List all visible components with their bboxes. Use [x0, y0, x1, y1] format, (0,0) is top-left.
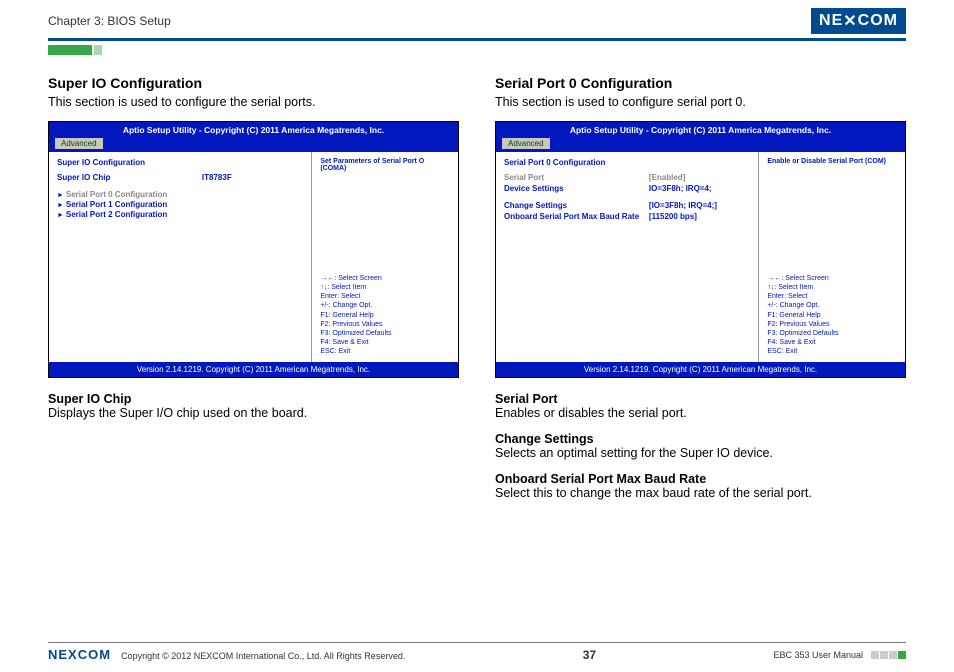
- change-settings-value: [IO=3F8h; IRQ=4;]: [649, 201, 750, 210]
- field-desc: Select this to change the max baud rate …: [495, 486, 906, 500]
- field-title: Super IO Chip: [48, 392, 459, 406]
- chip-value: IT8783F: [202, 173, 303, 182]
- bios-help-text: Enable or Disable Serial Port (COM): [767, 158, 897, 165]
- bios-tab-advanced[interactable]: Advanced: [502, 138, 550, 149]
- bios-key-hints: →←: Select Screen ↑↓: Select Item Enter:…: [767, 274, 897, 356]
- bios-title-bar: Aptio Setup Utility - Copyright (C) 2011…: [49, 122, 458, 138]
- bios-main-panel: Super IO Configuration Super IO Chip IT8…: [49, 152, 311, 362]
- header-divider: [48, 38, 906, 41]
- manual-name: EBC 353 User Manual: [773, 650, 863, 660]
- field-title: Serial Port: [495, 392, 906, 406]
- bios-help-text: Set Parameters of Serial Port O (COMA): [320, 158, 450, 172]
- field-title: Onboard Serial Port Max Baud Rate: [495, 472, 906, 486]
- serial-port-label[interactable]: Serial Port: [504, 173, 649, 182]
- field-desc: Enables or disables the serial port.: [495, 406, 906, 420]
- field-title: Change Settings: [495, 432, 906, 446]
- footer-squares-icon: [871, 651, 906, 659]
- bios-screenshot-super-io: Aptio Setup Utility - Copyright (C) 2011…: [48, 121, 459, 378]
- serial-port-1-config[interactable]: Serial Port 1 Configuration: [57, 200, 303, 209]
- left-column: Super IO Configuration This section is u…: [48, 75, 459, 512]
- footer-logo: NEXCOM: [48, 647, 111, 662]
- section-desc: This section is used to configure the se…: [48, 95, 459, 109]
- bios-main-panel: Serial Port 0 Configuration Serial Port …: [496, 152, 758, 362]
- bios-heading: Serial Port 0 Configuration: [504, 158, 750, 167]
- chapter-label: Chapter 3: BIOS Setup: [48, 14, 171, 28]
- bios-version-bar: Version 2.14.1219. Copyright (C) 2011 Am…: [49, 362, 458, 377]
- brand-logo: NE✕COM: [811, 8, 906, 34]
- max-baud-label[interactable]: Onboard Serial Port Max Baud Rate: [504, 212, 649, 221]
- field-desc: Selects an optimal setting for the Super…: [495, 446, 906, 460]
- max-baud-value: [115200 bps]: [649, 212, 750, 221]
- section-title: Serial Port 0 Configuration: [495, 75, 906, 91]
- serial-port-2-config[interactable]: Serial Port 2 Configuration: [57, 210, 303, 219]
- bios-version-bar: Version 2.14.1219. Copyright (C) 2011 Am…: [496, 362, 905, 377]
- device-settings-label: Device Settings: [504, 184, 649, 193]
- right-column: Serial Port 0 Configuration This section…: [495, 75, 906, 512]
- serial-port-value: [Enabled]: [649, 173, 750, 182]
- bios-help-panel: Enable or Disable Serial Port (COM) →←: …: [758, 152, 905, 362]
- bios-tab-row: Advanced: [496, 138, 905, 152]
- page-tab-decor: [48, 45, 954, 55]
- bios-tab-row: Advanced: [49, 138, 458, 152]
- change-settings-label[interactable]: Change Settings: [504, 201, 649, 210]
- bios-help-panel: Set Parameters of Serial Port O (COMA) →…: [311, 152, 458, 362]
- field-desc: Displays the Super I/O chip used on the …: [48, 406, 459, 420]
- page-footer: NEXCOM Copyright © 2012 NEXCOM Internati…: [0, 642, 954, 662]
- bios-tab-advanced[interactable]: Advanced: [55, 138, 103, 149]
- device-settings-value: IO=3F8h; IRQ=4;: [649, 184, 750, 193]
- chip-label: Super IO Chip: [57, 173, 202, 182]
- bios-key-hints: →←: Select Screen ↑↓: Select Item Enter:…: [320, 274, 450, 356]
- footer-copyright: Copyright © 2012 NEXCOM International Co…: [121, 651, 405, 661]
- section-desc: This section is used to configure serial…: [495, 95, 906, 109]
- serial-port-0-config[interactable]: Serial Port 0 Configuration: [57, 190, 303, 199]
- bios-heading: Super IO Configuration: [57, 158, 303, 167]
- section-title: Super IO Configuration: [48, 75, 459, 91]
- page-number: 37: [583, 648, 596, 662]
- bios-title-bar: Aptio Setup Utility - Copyright (C) 2011…: [496, 122, 905, 138]
- bios-screenshot-serial0: Aptio Setup Utility - Copyright (C) 2011…: [495, 121, 906, 378]
